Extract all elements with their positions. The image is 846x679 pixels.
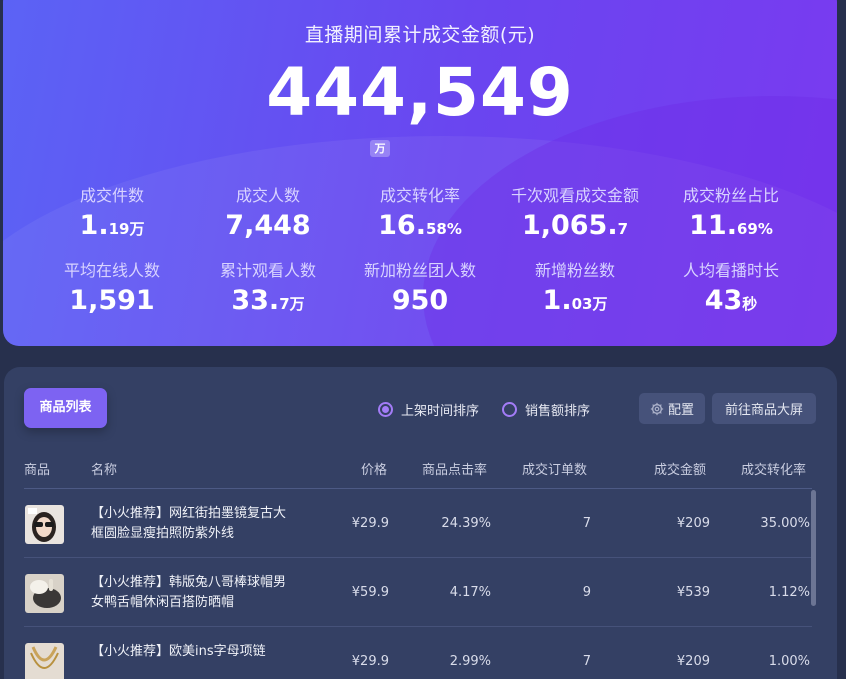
orders-cell: 9 bbox=[582, 585, 591, 600]
ctr-cell: 24.39% bbox=[441, 516, 491, 531]
amount-cell: ¥209 bbox=[676, 516, 710, 531]
product-thumbnail bbox=[25, 574, 64, 613]
sort-by-sales[interactable]: 销售额排序 bbox=[502, 400, 590, 419]
metric-label: 千次观看成交金额 bbox=[510, 186, 639, 205]
metric-label: 平均在线人数 bbox=[63, 261, 160, 280]
metric-value: 1,591 bbox=[69, 285, 155, 316]
column-header: 商品点击率 bbox=[422, 463, 488, 478]
metric-label: 累计观看人数 bbox=[219, 261, 316, 280]
price-cell: ¥29.9 bbox=[351, 654, 389, 669]
product-name[interactable]: 【小火推荐】韩版兔八哥棒球帽男女鸭舌帽休闲百搭防晒帽 bbox=[91, 573, 291, 613]
column-header: 商品 bbox=[24, 463, 51, 478]
metric-value: 33.7万 bbox=[231, 285, 305, 316]
metric-value: 1.19万 bbox=[79, 210, 145, 241]
metric-label: 新加粉丝团人数 bbox=[363, 261, 476, 280]
amount-cell: ¥209 bbox=[676, 654, 710, 669]
amount-unit-badge: 万 bbox=[370, 140, 390, 157]
table-row[interactable]: 【小火推荐】韩版兔八哥棒球帽男女鸭舌帽休闲百搭防晒帽 ¥59.9 4.17% 9… bbox=[4, 558, 837, 627]
amount-cell: ¥539 bbox=[676, 585, 710, 600]
gear-icon bbox=[650, 402, 664, 415]
config-button[interactable]: 配置 bbox=[639, 393, 705, 424]
metric-label: 新增粉丝数 bbox=[534, 261, 615, 280]
metric-value: 11.69% bbox=[689, 210, 773, 241]
metric-label: 人均看播时长 bbox=[682, 261, 779, 280]
conversion-cell: 35.00% bbox=[760, 516, 810, 531]
sort-by-listing-time[interactable]: 上架时间排序 bbox=[378, 400, 479, 419]
product-list-card: 商品列表 上架时间排序 销售额排序 配置 前往商品大屏 商品 名称 价格 商品点… bbox=[4, 367, 837, 679]
metric-avg-online: 平均在线人数 1,591 bbox=[27, 257, 197, 316]
table-row[interactable]: 【小火推荐】网红街拍墨镜复古大框圆脸显瘦拍照防紫外线 ¥29.9 24.39% … bbox=[4, 489, 837, 558]
summary-card: 直播期间累计成交金额(元) 444,549 万 成交件数 1.19万 成交人数 … bbox=[3, 0, 837, 346]
metric-gpm: 千次观看成交金额 1,065.7 bbox=[490, 182, 660, 241]
orders-cell: 7 bbox=[582, 654, 591, 669]
column-header: 成交订单数 bbox=[522, 463, 588, 478]
product-big-screen-button[interactable]: 前往商品大屏 bbox=[712, 393, 816, 424]
product-name[interactable]: 【小火推荐】网红街拍墨镜复古大框圆脸显瘦拍照防紫外线 bbox=[91, 504, 291, 544]
metric-value: 7,448 bbox=[225, 210, 311, 241]
metric-value: 1.03万 bbox=[542, 285, 608, 316]
metric-label: 成交件数 bbox=[79, 186, 144, 205]
radio-checked-icon[interactable] bbox=[378, 402, 393, 417]
metric-avg-watch-time: 人均看播时长 43秒 bbox=[646, 257, 816, 316]
summary-title: 直播期间累计成交金额(元) bbox=[304, 24, 536, 46]
metric-value: 1,065.7 bbox=[521, 210, 629, 241]
metric-label: 成交转化率 bbox=[379, 186, 460, 205]
metric-buyers-count: 成交人数 7,448 bbox=[183, 182, 353, 241]
column-header: 价格 bbox=[361, 463, 388, 478]
column-header: 名称 bbox=[91, 463, 118, 478]
metric-orders-count: 成交件数 1.19万 bbox=[27, 182, 197, 241]
ctr-cell: 2.99% bbox=[449, 654, 491, 669]
metric-value: 950 bbox=[391, 285, 449, 316]
metric-total-viewers: 累计观看人数 33.7万 bbox=[183, 257, 353, 316]
conversion-cell: 1.00% bbox=[768, 654, 810, 669]
metric-fan-ratio: 成交粉丝占比 11.69% bbox=[646, 182, 816, 241]
ctr-cell: 4.17% bbox=[449, 585, 491, 600]
product-name[interactable]: 【小火推荐】欧美ins字母项链 bbox=[91, 642, 291, 662]
product-thumbnail bbox=[25, 643, 64, 679]
product-thumbnail bbox=[25, 505, 64, 544]
column-header: 成交转化率 bbox=[741, 463, 807, 478]
price-cell: ¥59.9 bbox=[351, 585, 389, 600]
metric-new-fans: 新增粉丝数 1.03万 bbox=[490, 257, 660, 316]
sort-option-label: 销售额排序 bbox=[525, 404, 591, 419]
tab-product-list[interactable]: 商品列表 bbox=[24, 388, 107, 428]
radio-unchecked-icon[interactable] bbox=[502, 402, 517, 417]
config-label: 配置 bbox=[667, 403, 694, 418]
total-sales-amount: 444,549 bbox=[266, 54, 574, 131]
orders-cell: 7 bbox=[582, 516, 591, 531]
metric-value: 16.58% bbox=[378, 210, 462, 241]
metric-label: 成交粉丝占比 bbox=[682, 186, 779, 205]
price-cell: ¥29.9 bbox=[351, 516, 389, 531]
metric-label: 成交人数 bbox=[235, 186, 300, 205]
sort-option-label: 上架时间排序 bbox=[401, 404, 480, 419]
table-header: 商品 名称 价格 商品点击率 成交订单数 成交金额 成交转化率 bbox=[4, 449, 837, 489]
metric-new-fan-club: 新加粉丝团人数 950 bbox=[335, 257, 505, 316]
column-header: 成交金额 bbox=[654, 463, 707, 478]
metric-value: 43秒 bbox=[704, 285, 758, 316]
table-row[interactable]: 【小火推荐】欧美ins字母项链 ¥29.9 2.99% 7 ¥209 1.00% bbox=[4, 627, 837, 679]
metric-conversion-rate: 成交转化率 16.58% bbox=[335, 182, 505, 241]
conversion-cell: 1.12% bbox=[768, 585, 810, 600]
table-scrollbar[interactable] bbox=[811, 490, 816, 606]
